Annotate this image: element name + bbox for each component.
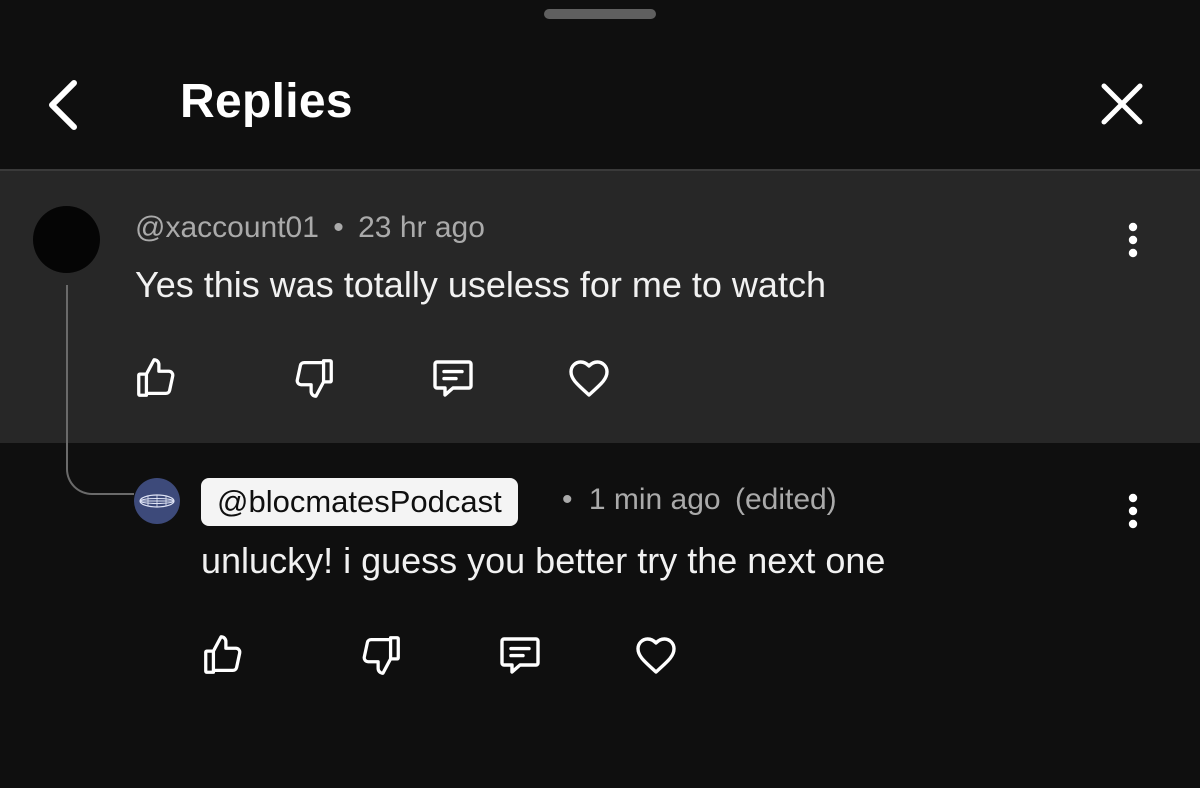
close-button[interactable] — [1090, 72, 1154, 136]
comment-text: Yes this was totally useless for me to w… — [135, 264, 826, 305]
reply-text: unlucky! i guess you better try the next… — [201, 540, 886, 581]
comment-time: 23 hr ago — [358, 211, 485, 244]
like-button[interactable] — [195, 627, 251, 683]
reply-button[interactable] — [492, 627, 548, 683]
reply-meta: • 1 min ago (edited) — [562, 483, 837, 517]
heart-button[interactable] — [561, 350, 617, 406]
edited-label: (edited) — [734, 483, 837, 516]
heart-icon — [632, 631, 680, 679]
meta-separator: • — [333, 211, 344, 244]
dislike-button[interactable] — [286, 350, 342, 406]
header: Replies — [0, 0, 1200, 170]
close-icon — [1100, 82, 1144, 126]
like-button[interactable] — [128, 350, 184, 406]
back-button[interactable] — [34, 70, 94, 140]
reply-time: 1 min ago — [588, 483, 721, 516]
reply-more-button[interactable] — [1113, 481, 1153, 541]
reply-author-chip[interactable]: @blocmatesPodcast — [201, 478, 518, 526]
comment-author[interactable]: @xaccount01 — [135, 211, 319, 244]
thumbs-up-icon — [133, 355, 179, 401]
thread-connector-line — [66, 285, 134, 495]
dislike-button[interactable] — [353, 627, 409, 683]
replies-sheet: Replies @xaccount01 • 23 hr ago Yes this… — [0, 0, 1200, 788]
heart-icon — [565, 354, 613, 402]
comment-meta: @xaccount01 • 23 hr ago — [135, 211, 485, 245]
heart-button[interactable] — [628, 627, 684, 683]
avatar[interactable] — [33, 206, 100, 273]
comment-more-button[interactable] — [1113, 210, 1153, 270]
reply-avatar[interactable] — [134, 478, 180, 524]
thumbs-down-icon — [291, 355, 337, 401]
comment-icon — [496, 631, 544, 679]
thumbs-up-icon — [200, 632, 246, 678]
more-vertical-icon — [1127, 493, 1139, 529]
more-vertical-icon — [1127, 222, 1139, 258]
meta-separator: • — [562, 483, 573, 516]
reply-button[interactable] — [425, 350, 481, 406]
thumbs-down-icon — [358, 632, 404, 678]
chevron-left-icon — [44, 77, 84, 133]
comment-icon — [429, 354, 477, 402]
page-title: Replies — [180, 75, 353, 128]
